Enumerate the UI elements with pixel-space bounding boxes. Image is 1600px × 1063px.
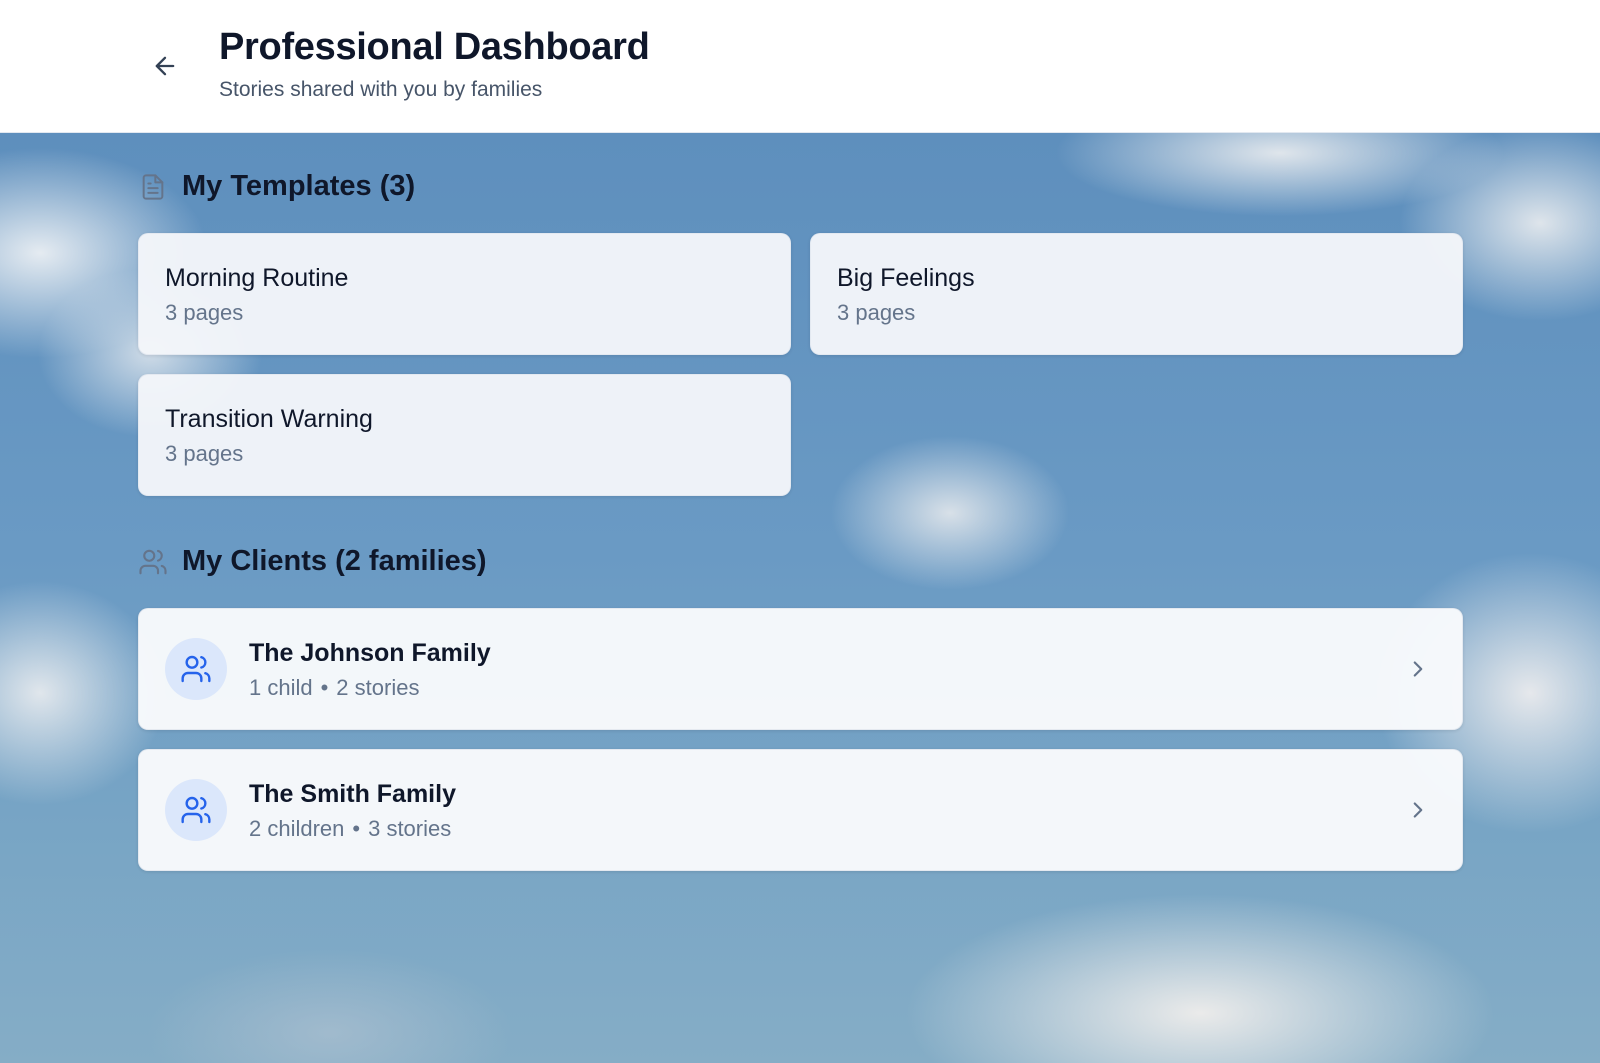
chevron-right-icon (1404, 796, 1432, 824)
back-button[interactable] (145, 46, 185, 86)
template-page-count: 3 pages (837, 300, 916, 325)
avatar (165, 779, 227, 841)
template-name: Transition Warning (165, 405, 373, 433)
template-name: Big Feelings (837, 264, 975, 292)
story-count: 3 stories (368, 816, 452, 841)
template-page-count: 3 pages (165, 300, 244, 325)
users-icon (138, 547, 168, 577)
template-card-morning-routine[interactable]: Morning Routine 3 pages (138, 233, 791, 355)
meta-separator: • (352, 816, 361, 841)
template-card-transition-warning[interactable]: Transition Warning 3 pages (138, 374, 791, 496)
clients-section-label: My Clients (2 families) (182, 545, 487, 577)
users-icon (181, 655, 211, 683)
child-count: 2 children (249, 816, 345, 841)
client-meta: 1 child • 2 stories (249, 675, 419, 701)
users-icon (181, 796, 211, 824)
client-name: The Johnson Family (249, 639, 491, 667)
client-name: The Smith Family (249, 780, 456, 808)
page-subtitle: Stories shared with you by families (219, 78, 543, 101)
template-name: Morning Routine (165, 264, 349, 292)
client-meta: 2 children • 3 stories (249, 816, 451, 842)
story-count: 2 stories (336, 675, 420, 700)
sky-background: My Templates (3) Morning Routine 3 pages… (0, 133, 1600, 1063)
client-card-smith-family[interactable]: The Smith Family 2 children • 3 stories (138, 749, 1463, 871)
chevron-right-icon (1404, 655, 1432, 683)
avatar (165, 638, 227, 700)
templates-section-title: My Templates (3) (138, 170, 415, 203)
header-bar: Professional Dashboard Stories shared wi… (0, 0, 1600, 133)
template-page-count: 3 pages (165, 441, 244, 466)
child-count: 1 child (249, 675, 313, 700)
client-card-johnson-family[interactable]: The Johnson Family 1 child • 2 stories (138, 608, 1463, 730)
file-text-icon (138, 172, 168, 202)
clients-section-title: My Clients (2 families) (138, 545, 487, 578)
page-title: Professional Dashboard (219, 26, 650, 68)
template-card-big-feelings[interactable]: Big Feelings 3 pages (810, 233, 1463, 355)
arrow-left-icon (155, 56, 175, 76)
templates-section-label: My Templates (3) (182, 170, 416, 202)
meta-separator: • (320, 675, 329, 700)
